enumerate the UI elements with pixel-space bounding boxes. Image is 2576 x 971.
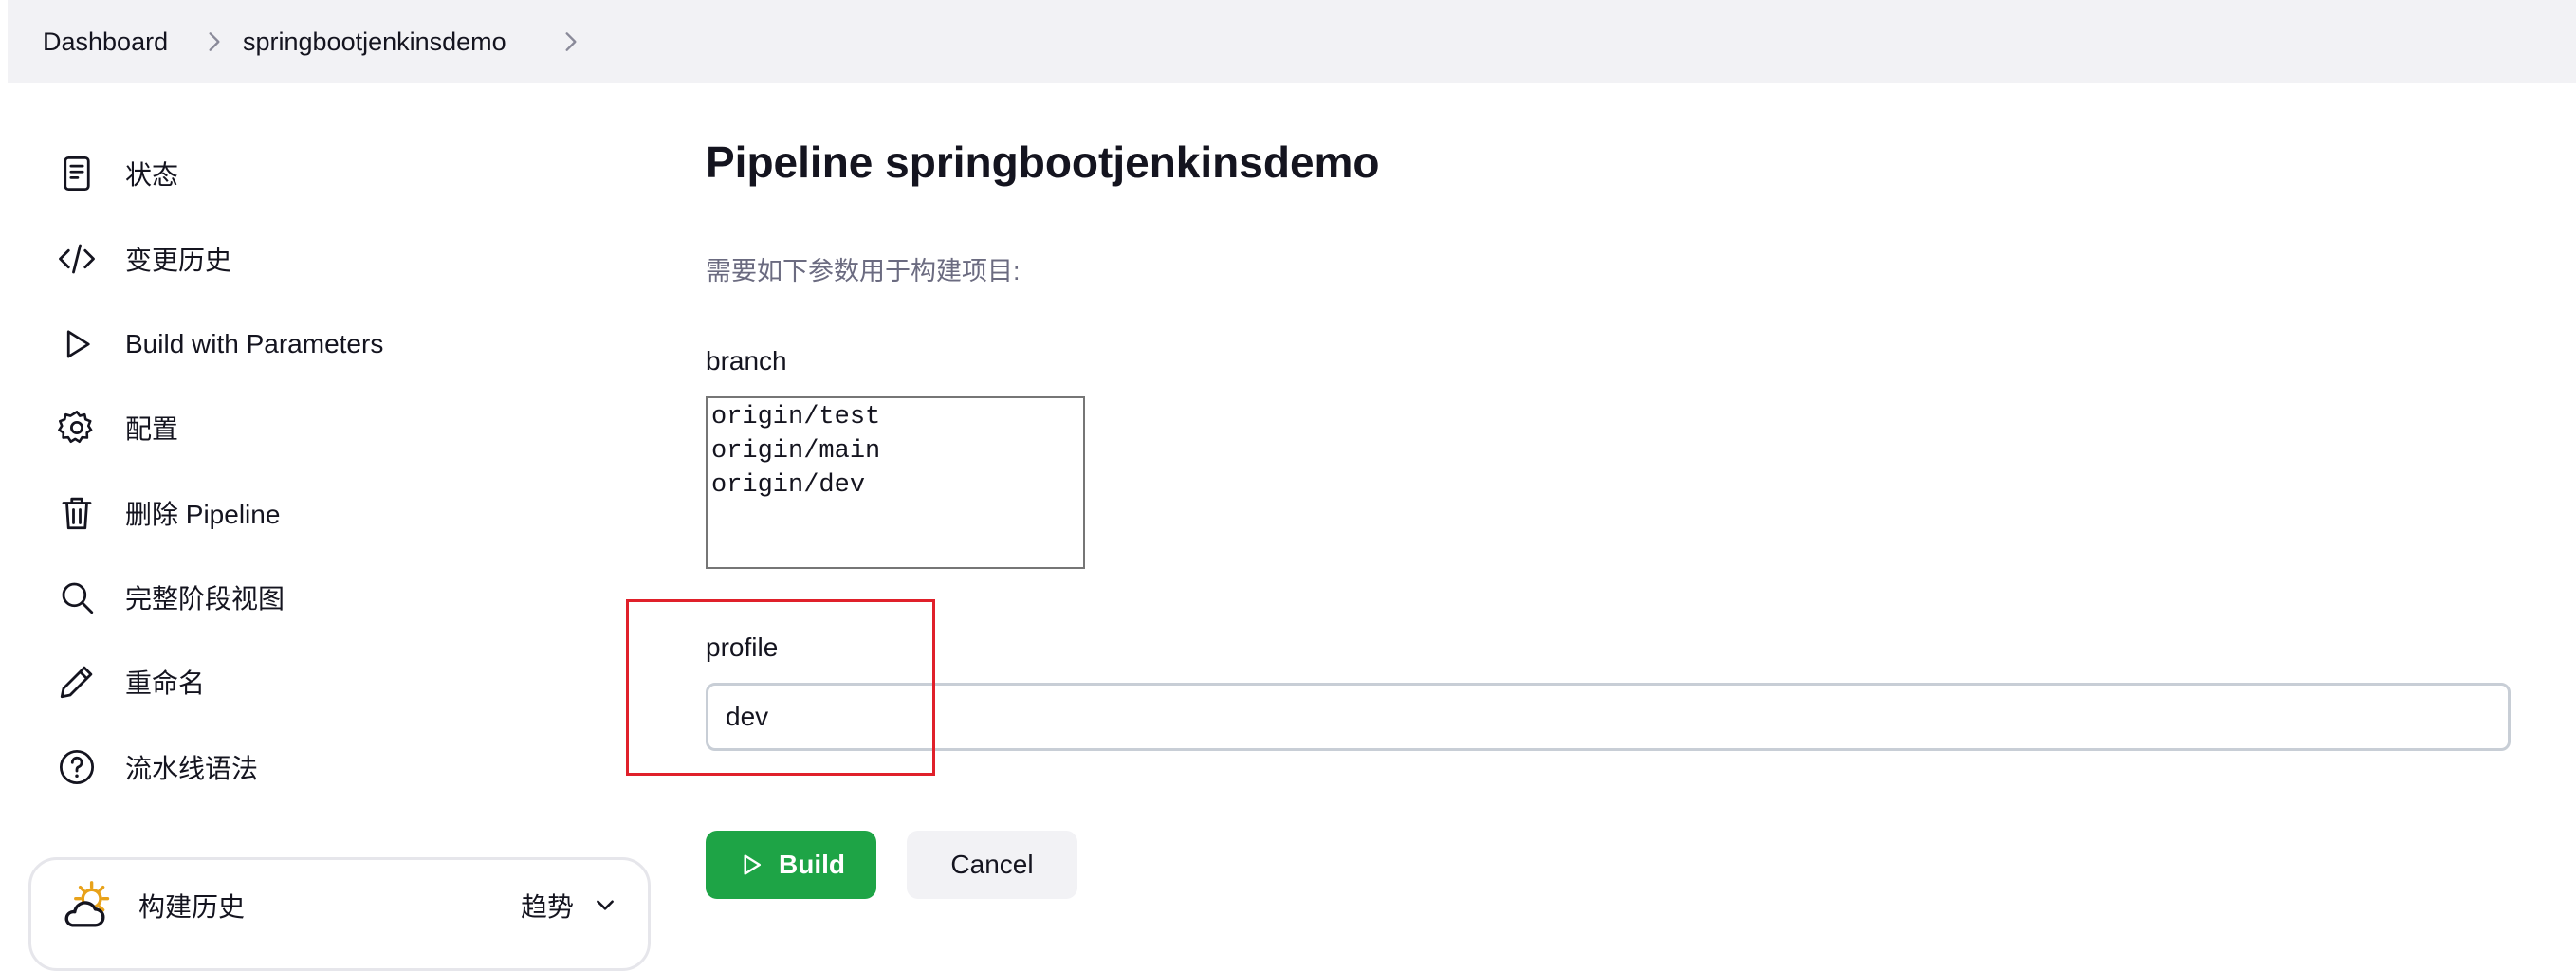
branch-option[interactable]: origin/test <box>711 400 1079 434</box>
branch-select[interactable]: origin/test origin/main origin/dev <box>706 396 1085 569</box>
profile-input[interactable] <box>706 683 2511 751</box>
sidebar-item-pipeline-syntax[interactable]: 流水线语法 <box>57 739 588 796</box>
document-icon <box>57 149 106 198</box>
build-button[interactable]: Build <box>706 831 876 899</box>
sidebar-item-label: 完整阶段视图 <box>125 584 285 614</box>
play-icon <box>744 854 761 875</box>
chevron-down-icon[interactable] <box>593 892 617 917</box>
parameters-description: 需要如下参数用于构建项目: <box>706 257 1021 285</box>
sidebar-item-label: 配置 <box>125 414 179 444</box>
chevron-right-icon <box>209 32 220 51</box>
sidebar-item-label: 变更历史 <box>125 246 232 275</box>
cancel-button[interactable]: Cancel <box>907 831 1077 899</box>
build-history-title: 构建历史 <box>138 892 246 922</box>
sidebar-item-label: 删除 Pipeline <box>125 500 281 529</box>
chevron-right-icon[interactable] <box>559 29 583 54</box>
build-button-label: Build <box>779 850 845 879</box>
sidebar-item-status[interactable]: 状态 <box>57 145 588 202</box>
branch-option[interactable]: origin/dev <box>711 468 1079 503</box>
play-icon <box>57 320 106 369</box>
build-history-card: 构建历史 趋势 <box>28 857 651 971</box>
sidebar-item-configure[interactable]: 配置 <box>57 399 588 456</box>
breadcrumb: Dashboard springbootjenkinsdemo <box>8 0 2576 83</box>
sidebar-item-full-stage-view[interactable]: 完整阶段视图 <box>57 569 588 626</box>
branch-option[interactable]: origin/main <box>711 434 1079 468</box>
sidebar-item-label: Build with Parameters <box>125 329 384 358</box>
help-icon <box>57 742 106 792</box>
gear-icon <box>57 403 106 452</box>
sidebar-item-label: 流水线语法 <box>125 754 259 783</box>
trash-icon <box>57 488 106 538</box>
trend-dropdown[interactable]: 趋势 <box>521 887 574 925</box>
page-title: Pipeline springbootjenkinsdemo <box>706 137 1380 187</box>
sidebar-item-label: 重命名 <box>125 669 206 698</box>
sidebar-item-delete-pipeline[interactable]: 删除 Pipeline <box>57 485 588 541</box>
branch-label: branch <box>706 346 787 376</box>
weather-partly-cloudy-icon <box>64 881 110 927</box>
sidebar-item-build-with-parameters[interactable]: Build with Parameters <box>57 316 588 373</box>
sidebar-item-rename[interactable]: 重命名 <box>57 653 588 710</box>
breadcrumb-project[interactable]: springbootjenkinsdemo <box>243 27 506 57</box>
pencil-icon <box>57 657 106 706</box>
search-icon <box>57 573 106 622</box>
breadcrumb-dashboard[interactable]: Dashboard <box>43 27 168 57</box>
profile-label: profile <box>706 632 779 662</box>
sidebar-item-label: 状态 <box>125 160 179 190</box>
sidebar-item-changes[interactable]: 变更历史 <box>57 230 588 287</box>
code-icon <box>57 234 106 284</box>
